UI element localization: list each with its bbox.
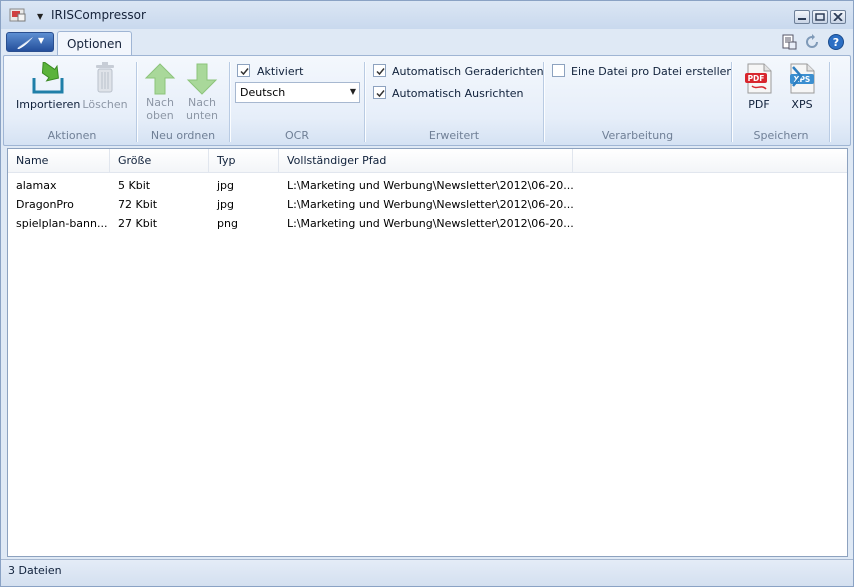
table-row[interactable]: spielplan-bann... 27 Kbit png L:\Marketi…: [8, 214, 847, 233]
auto-straighten-checkbox[interactable]: [373, 64, 386, 77]
cell-type: jpg: [217, 179, 235, 192]
table-row[interactable]: alamax 5 Kbit jpg L:\Marketing und Werbu…: [8, 176, 847, 195]
column-header-type[interactable]: Typ: [209, 149, 279, 173]
move-up-button[interactable]: Nach oben: [142, 62, 178, 122]
delete-button[interactable]: Löschen: [82, 62, 128, 111]
tab-optionen[interactable]: Optionen: [57, 31, 132, 56]
cell-size: 27 Kbit: [118, 217, 158, 230]
group-label-verarbeitung: Verarbeitung: [601, 129, 674, 142]
auto-straighten-label: Automatisch Geraderichten: [392, 65, 544, 78]
ocr-activated-checkbox[interactable]: [237, 64, 250, 77]
xps-file-icon: XPS: [790, 63, 815, 94]
cell-name: spielplan-bann...: [16, 217, 108, 230]
help-icon[interactable]: ?: [828, 34, 844, 50]
ocr-language-value: Deutsch: [240, 86, 286, 99]
import-button[interactable]: Importieren: [16, 62, 80, 111]
ribbon-tab-row: ▼ Optionen ?: [1, 29, 853, 56]
group-label-aktionen: Aktionen: [47, 129, 97, 142]
arrow-down-icon: [186, 63, 218, 95]
app-window: ▼ IRISCompressor ▼ Optionen ? Importiere…: [0, 0, 854, 587]
chevron-down-icon: ▼: [349, 87, 356, 96]
minimize-button[interactable]: [794, 10, 810, 24]
svg-text:?: ?: [833, 36, 839, 49]
table-row[interactable]: DragonPro 72 Kbit jpg L:\Marketing und W…: [8, 195, 847, 214]
application-menu-button[interactable]: ▼: [6, 32, 54, 52]
status-bar: 3 Dateien: [1, 559, 853, 586]
column-header-name[interactable]: Name: [8, 149, 110, 173]
group-label-ocr: OCR: [285, 129, 309, 142]
ribbon-panel: Importieren Löschen Aktionen Nach oben N…: [3, 55, 851, 146]
ocr-activated-label: Aktiviert: [257, 65, 304, 78]
app-menu-dropdown-icon: ▼: [38, 36, 45, 45]
trash-icon: [96, 62, 114, 93]
cell-name: DragonPro: [16, 198, 74, 211]
save-xps-button[interactable]: XPS XPS: [782, 62, 822, 111]
maximize-button[interactable]: [812, 10, 828, 24]
app-icon[interactable]: [9, 7, 27, 23]
cell-path: L:\Marketing und Werbung\Newsletter\2012…: [287, 217, 574, 230]
window-title: IRISCompressor: [51, 8, 146, 22]
move-down-button[interactable]: Nach unten: [184, 62, 220, 122]
save-pdf-button[interactable]: PDF PDF: [739, 62, 779, 111]
refresh-icon[interactable]: [804, 34, 820, 50]
quick-access-dropdown-icon[interactable]: ▼: [37, 12, 43, 21]
cell-type: png: [217, 217, 238, 230]
title-bar: ▼ IRISCompressor: [1, 1, 853, 29]
document-settings-icon[interactable]: [781, 34, 797, 50]
one-file-per-file-checkbox[interactable]: [552, 64, 565, 77]
svg-text:PDF: PDF: [748, 74, 765, 83]
status-file-count: 3 Dateien: [8, 564, 62, 577]
close-button[interactable]: [830, 10, 846, 24]
one-file-per-file-label: Eine Datei pro Datei erstellen: [571, 65, 734, 78]
cell-path: L:\Marketing und Werbung\Newsletter\2012…: [287, 179, 574, 192]
group-label-erweitert: Erweitert: [428, 129, 480, 142]
column-header-path[interactable]: Vollständiger Pfad: [279, 149, 573, 173]
pdf-file-icon: PDF: [745, 63, 772, 94]
import-icon: [32, 62, 64, 94]
arrow-up-icon: [144, 63, 176, 95]
cell-size: 72 Kbit: [118, 198, 158, 211]
group-separator: [829, 62, 830, 142]
group-label-neu-ordnen: Neu ordnen: [150, 129, 216, 142]
cell-path: L:\Marketing und Werbung\Newsletter\2012…: [287, 198, 574, 211]
group-label-speichern: Speichern: [753, 129, 809, 142]
cell-name: alamax: [16, 179, 57, 192]
column-header-size[interactable]: Größe: [110, 149, 209, 173]
auto-align-label: Automatisch Ausrichten: [392, 87, 524, 100]
ocr-language-select[interactable]: Deutsch ▼: [235, 82, 360, 103]
cell-size: 5 Kbit: [118, 179, 151, 192]
auto-align-checkbox[interactable]: [373, 86, 386, 99]
cell-type: jpg: [217, 198, 235, 211]
file-list-header: Name Größe Typ Vollständiger Pfad: [8, 149, 847, 173]
file-list[interactable]: Name Größe Typ Vollständiger Pfad alamax…: [7, 148, 848, 557]
feather-icon: [17, 37, 33, 49]
